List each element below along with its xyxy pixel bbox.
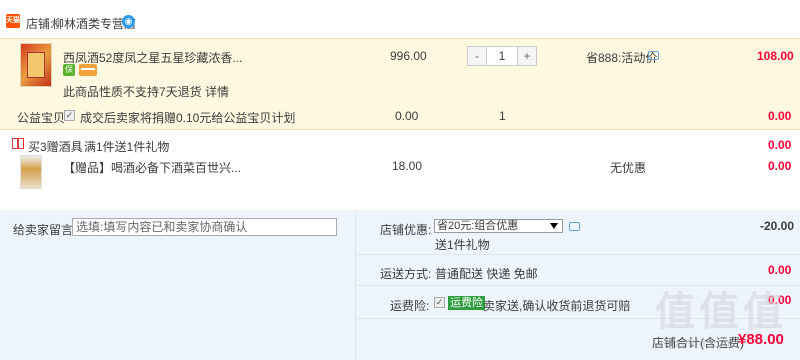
gift-subtotal: 0.00 [768,159,792,173]
charity-checkbox[interactable]: ✓ [64,110,75,121]
insurance-label: 运费险: [390,299,430,313]
shop-discount-select[interactable]: 省20元:组合优惠 [434,219,563,233]
gift-thumbnail[interactable] [20,155,42,189]
wangwang-chat-icon[interactable]: ◉ [122,15,135,28]
promo-price-label: 省888:活动价 [586,51,658,65]
gift-price: 18.00 [392,159,423,173]
gift-promo-title: 买3赠酒具 [28,140,83,154]
quantity-input[interactable]: 1 [486,47,518,65]
guarantee-icon: 保 [63,64,75,76]
charity-text: 成交后卖家将捐赠0.10元给公益宝贝计划 [80,111,296,125]
message-label: 给卖家留言: [13,223,77,237]
shop-discount-label: 店铺优惠: [380,223,432,237]
shipping-value: 普通配送 快递 免邮 [435,267,538,281]
shop-label: 店铺: [26,17,54,31]
no-return-notice: 此商品性质不支持7天退货 详情 [63,85,230,99]
dropdown-arrow-icon [550,223,558,229]
insurance-tag: 运费险 [448,296,485,310]
shop-discount-amount: -20.00 [760,219,795,233]
shipping-amount: 0.00 [768,263,792,277]
insurance-checkbox[interactable]: ✓ [434,297,445,308]
charity-subtotal: 0.00 [768,109,792,123]
credit-card-icon [79,64,97,76]
gift-discount: 无优惠 [610,161,647,175]
shipping-label: 运送方式: [380,267,432,281]
gift-promo-subtotal: 0.00 [768,138,792,152]
watermark-logo: 值值值 [655,289,787,335]
shop-discount-gift: 送1件礼物 [435,238,490,252]
item-subtotal: 108.00 [757,49,794,63]
charity-price: 0.00 [395,109,419,123]
quantity-stepper: - 1 + [467,46,537,66]
shop-discount-value: 省20元:组合优惠 [437,220,519,232]
unit-price: 996.00 [390,49,427,63]
watermark-url: zhizhide.com [658,338,735,350]
message-input[interactable]: 选填:填写内容已和卖家协商确认 [72,218,337,236]
discount-info-icon[interactable] [569,222,580,231]
gift-promo-rule: 满1件送1件礼物 [84,140,170,154]
gift-icon [12,138,24,149]
charity-qty: 1 [499,109,506,123]
tmall-badge: 天猫 [6,14,20,28]
insurance-text: 卖家送,确认收货前退货可赔 [483,299,631,313]
quantity-plus-button[interactable]: + [518,47,536,65]
charity-label: 公益宝贝 [17,111,66,125]
gift-title-link[interactable]: 【赠品】喝酒必备下酒菜百世兴... [63,159,241,176]
promo-info-icon[interactable] [648,51,659,60]
quantity-minus-button[interactable]: - [468,47,486,65]
product-thumbnail[interactable] [20,43,52,87]
row-divider [355,254,800,255]
